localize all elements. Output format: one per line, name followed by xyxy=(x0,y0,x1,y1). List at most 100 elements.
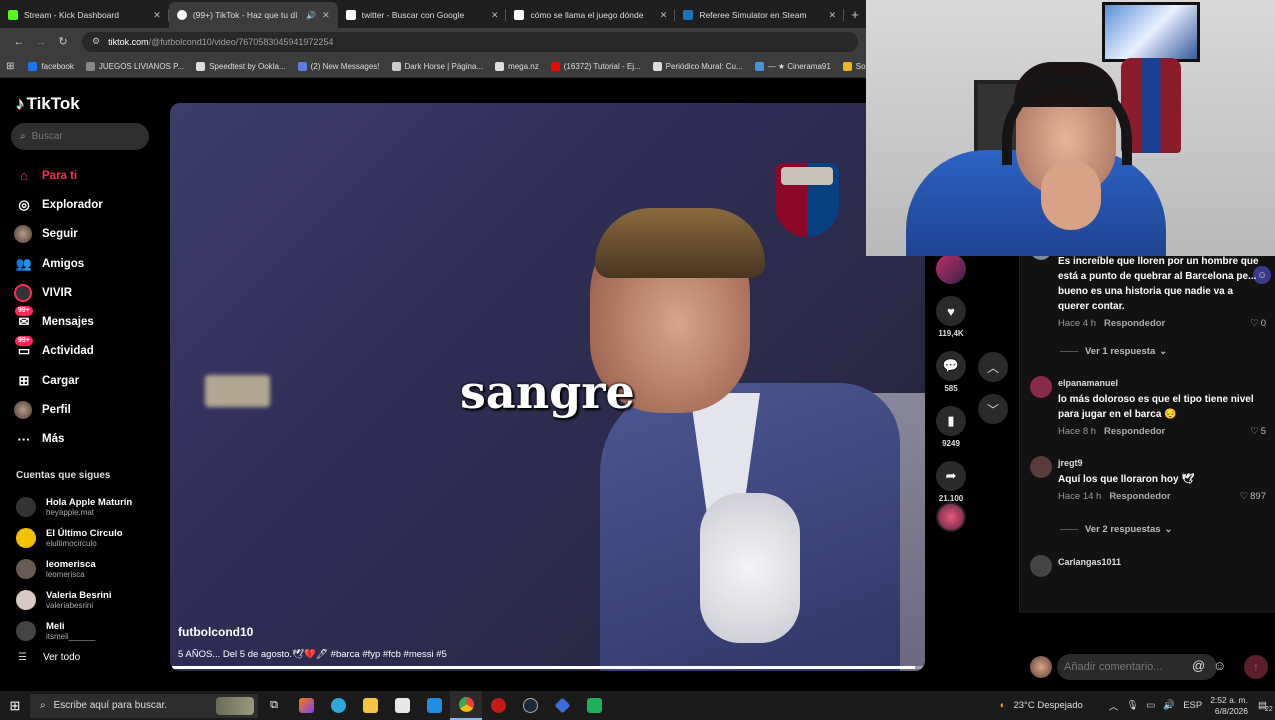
tab-close-icon[interactable]: ✕ xyxy=(491,10,499,21)
commenter-name[interactable]: Carlangas1011 xyxy=(1058,557,1121,567)
followed-account[interactable]: leomerisca leomerisca xyxy=(16,553,132,584)
browser-tab[interactable]: cómo se llama el juego dónde ✕ xyxy=(506,2,676,28)
video-person xyxy=(570,193,910,671)
sidebar-item-vivir[interactable]: VIVIR xyxy=(14,278,103,307)
like-button[interactable]: ♥ xyxy=(936,296,966,326)
bookmark-item[interactable]: — ★ Cinerama91 xyxy=(754,61,831,71)
browser-tab[interactable]: (99+) TikTok - Haz que tu dí 🔊 ✕ xyxy=(168,2,338,28)
task-view-icon[interactable]: ⧉ xyxy=(258,691,290,720)
reply-button[interactable]: Respondedor xyxy=(1104,426,1165,437)
sidebar-item-perfil[interactable]: Perfil xyxy=(14,395,103,424)
commenter-name[interactable]: elpanamanuel xyxy=(1058,378,1118,388)
clock[interactable]: 2:52 a. m. 6/8/2026 xyxy=(1210,695,1248,717)
hidden-icons-chevron-icon[interactable]: ︿ xyxy=(1109,699,1119,713)
sidebar-item-amigos[interactable]: 👥 Amigos xyxy=(14,249,103,278)
tab-audio-icon[interactable]: 🔊 xyxy=(306,11,316,20)
bookmark-item[interactable]: mega.nz xyxy=(495,61,539,71)
see-all-link[interactable]: ☰ Ver todo xyxy=(18,652,80,663)
reply-button[interactable]: Respondedor xyxy=(1104,318,1165,329)
comment-like-count: 0 xyxy=(1260,318,1266,329)
app-icon-1[interactable] xyxy=(290,691,322,720)
steam-icon[interactable] xyxy=(514,691,546,720)
browser-tab[interactable]: twitter - Buscar con Google ✕ xyxy=(338,2,507,28)
bookmark-item[interactable]: (2) New Messages! xyxy=(297,61,380,71)
bookmark-item[interactable]: Speedtest by Ookla... xyxy=(196,61,286,71)
comment-like-button[interactable]: ♡ 897 xyxy=(1240,491,1266,502)
view-replies-button[interactable]: Ver 2 respuestas ⌄ xyxy=(1060,524,1173,535)
sidebar-item-seguir[interactable]: Seguir xyxy=(14,220,103,249)
bookmark-item[interactable]: facebook xyxy=(28,61,74,71)
windows-start-icon[interactable]: ⊞ xyxy=(0,698,30,714)
tab-close-icon[interactable]: ✕ xyxy=(660,10,668,21)
commenter-avatar[interactable] xyxy=(1030,555,1052,577)
weather-text[interactable]: 23°C Despejado xyxy=(1013,700,1082,711)
notifications-icon[interactable]: ▤ 22 xyxy=(1258,700,1273,713)
mail-icon[interactable] xyxy=(418,691,450,720)
search-box[interactable]: ⌕ xyxy=(11,123,149,150)
commenter-name[interactable]: jregt9 xyxy=(1058,458,1083,468)
network-icon[interactable]: ▭ xyxy=(1146,700,1155,711)
followed-account[interactable]: Hola Apple Maturín heyapple.mat xyxy=(16,491,132,522)
tab-favicon-icon xyxy=(514,10,525,20)
send-comment-button[interactable]: ↑ xyxy=(1244,655,1268,679)
sidebar-item-actividad[interactable]: ▭ 99+ Actividad xyxy=(14,335,103,366)
tab-close-icon[interactable]: ✕ xyxy=(829,10,837,21)
view-replies-button[interactable]: Ver 1 respuesta ⌄ xyxy=(1060,346,1167,357)
sidebar-item-explorador[interactable]: ◎ Explorador xyxy=(14,190,102,219)
video-progress-bar[interactable] xyxy=(172,666,923,669)
volume-icon[interactable]: 🔊 xyxy=(1163,700,1175,711)
bookmark-item[interactable]: JUEGOS LIVIANOS P... xyxy=(85,61,184,71)
tiktok-logo[interactable]: ♪ TikTok xyxy=(16,94,80,114)
reload-icon[interactable]: ↻ xyxy=(52,35,74,48)
music-disc[interactable] xyxy=(936,502,966,532)
new-tab-icon[interactable]: + xyxy=(844,2,866,28)
mention-icon[interactable]: @ xyxy=(1192,658,1205,673)
app-icon-green[interactable] xyxy=(578,691,610,720)
next-video-button[interactable]: ﹀ xyxy=(978,394,1008,424)
followed-account[interactable]: Valeria Besrini valeriabesrini xyxy=(16,584,132,615)
bookmark-item[interactable]: Dark Horse | Página... xyxy=(391,61,483,71)
emoji-icon[interactable]: ☺ xyxy=(1213,658,1226,673)
apps-grid-icon[interactable]: ⊞ xyxy=(6,61,14,72)
previous-video-button[interactable]: ︿ xyxy=(978,352,1008,382)
save-button[interactable]: ▮ xyxy=(936,406,966,436)
edge-icon[interactable] xyxy=(322,691,354,720)
reply-button[interactable]: Respondedor xyxy=(1109,491,1170,502)
search-input[interactable] xyxy=(31,131,132,142)
bookmark-item[interactable]: So xyxy=(842,61,866,71)
file-explorer-icon[interactable] xyxy=(354,691,386,720)
sidebar-item-para-ti[interactable]: ⌂ Para ti xyxy=(14,161,103,190)
bookmark-item[interactable]: (16372) Tutorial - Ej... xyxy=(550,61,641,71)
sidebar-item-cargar[interactable]: ⊞ Cargar xyxy=(14,366,103,395)
browser-tab[interactable]: Referee Simulator en Steam ✕ xyxy=(675,2,845,28)
url-bar[interactable]: ⚙ tiktok.com/@futbolcond10/video/7670583… xyxy=(82,31,858,52)
commenter-avatar[interactable] xyxy=(1030,456,1052,478)
weather-icon[interactable]: ◐ xyxy=(1000,700,1006,711)
creator-avatar[interactable] xyxy=(936,254,966,284)
tab-close-icon[interactable]: ✕ xyxy=(322,10,330,21)
share-button[interactable]: ➦ xyxy=(936,461,966,491)
site-info-icon[interactable]: ⚙ xyxy=(92,36,100,47)
browser-tab[interactable]: Stream - Kick Dashboard ✕ xyxy=(0,2,169,28)
language-indicator[interactable]: ESP xyxy=(1183,700,1202,711)
microphone-icon[interactable]: 🎙 xyxy=(1126,700,1138,711)
comment-like-button[interactable]: ♡ 0 xyxy=(1250,318,1266,329)
tab-close-icon[interactable]: ✕ xyxy=(153,10,161,21)
app-icon-red[interactable] xyxy=(482,691,514,720)
back-icon[interactable]: ← xyxy=(8,36,30,48)
chrome-icon[interactable] xyxy=(450,691,482,720)
video-author[interactable]: futbolcond10 xyxy=(178,625,253,639)
commenter-avatar[interactable] xyxy=(1030,376,1052,398)
comment-like-button[interactable]: ♡ 5 xyxy=(1250,426,1266,437)
followed-account[interactable]: Meli itsmeli______ xyxy=(16,615,132,646)
followed-account[interactable]: El Último Círculo elultimocirculo xyxy=(16,522,132,553)
taskbar-search[interactable]: ⌕ Escribe aquí para buscar. xyxy=(30,693,258,718)
store-icon[interactable] xyxy=(386,691,418,720)
bookmark-item[interactable]: Periódico Mural: Cu... xyxy=(652,61,743,71)
sidebar-item-más[interactable]: ··· Más xyxy=(14,425,103,454)
forward-icon[interactable]: → xyxy=(30,36,52,48)
comment-button[interactable]: 💬 xyxy=(936,351,966,381)
video-player[interactable]: sangre futbolcond10 5 AÑOS... Del 5 de a… xyxy=(170,103,925,671)
sidebar-item-mensajes[interactable]: ✉ 99+ Mensajes xyxy=(14,306,103,336)
app-icon-diamond[interactable] xyxy=(546,691,578,720)
